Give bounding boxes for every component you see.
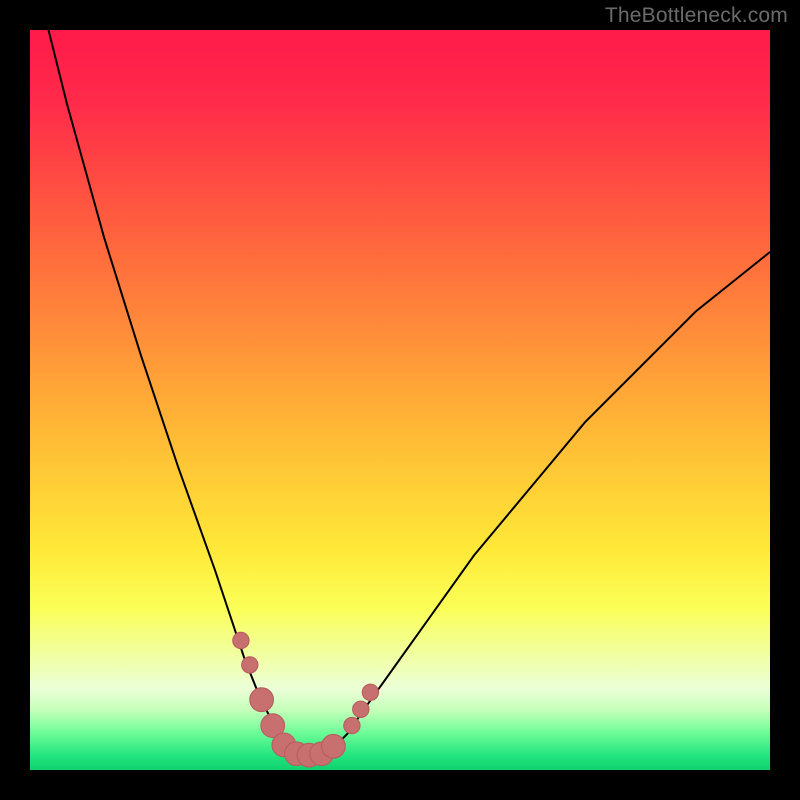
curve-marker [353,701,369,717]
curve-marker [242,657,258,673]
curve-marker [250,688,274,712]
plot-area [30,30,770,770]
chart-svg [30,30,770,770]
chart-frame: TheBottleneck.com [0,0,800,800]
curve-marker [344,717,360,733]
curve-marker [322,734,346,758]
curve-marker [362,684,378,700]
watermark-text: TheBottleneck.com [605,4,788,28]
curve-marker [233,632,249,648]
